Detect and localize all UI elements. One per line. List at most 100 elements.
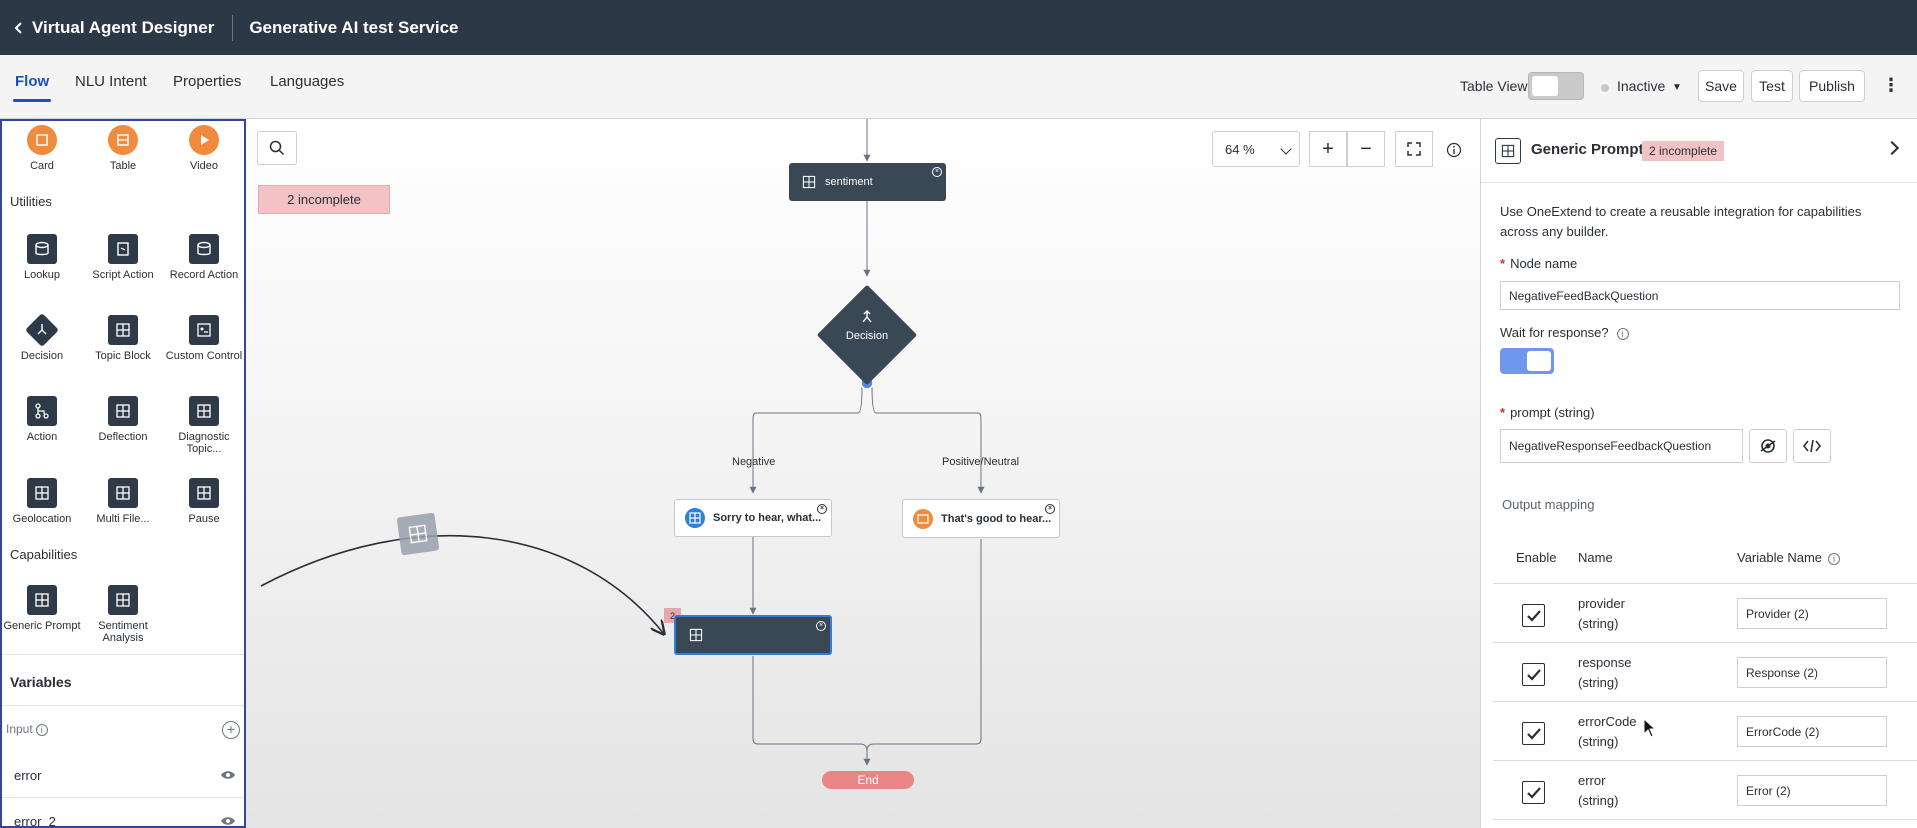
- palette-item-decision[interactable]: Decision: [2, 313, 82, 362]
- variable-item[interactable]: error_2: [14, 814, 56, 826]
- decision-icon: [25, 313, 59, 347]
- palette-item-card[interactable]: Card: [2, 125, 82, 172]
- close-icon[interactable]: ×: [932, 167, 942, 177]
- flow-node-good[interactable]: That's good to hear... ×: [902, 499, 1060, 538]
- divider: [1493, 583, 1917, 584]
- palette-item-video[interactable]: Video: [164, 125, 244, 172]
- divider: [1493, 701, 1917, 702]
- decision-icon: [862, 310, 872, 323]
- close-icon[interactable]: ×: [816, 621, 826, 631]
- info-icon[interactable]: [1446, 142, 1462, 158]
- flow-canvas[interactable]: 2 incomplete 64 % + − sentiment × Decisi…: [246, 119, 1480, 828]
- variable-name-input[interactable]: Provider (2): [1737, 598, 1887, 629]
- search-button[interactable]: [257, 131, 297, 165]
- script-editor-button[interactable]: [1793, 429, 1831, 463]
- palette-item-topic-block[interactable]: Topic Block: [83, 315, 163, 362]
- back-button[interactable]: Virtual Agent Designer: [12, 18, 214, 38]
- save-button[interactable]: Save: [1698, 70, 1744, 102]
- enable-checkbox[interactable]: [1522, 604, 1545, 627]
- palette-item-generic-prompt[interactable]: Generic Prompt: [2, 585, 82, 632]
- palette-item-lookup[interactable]: Lookup: [2, 234, 82, 281]
- close-icon[interactable]: ×: [1045, 504, 1055, 514]
- prompt-input[interactable]: NegativeResponseFeedbackQuestion: [1500, 429, 1743, 463]
- output-name: provider (string): [1578, 596, 1625, 631]
- palette-item-script-action[interactable]: Script Action: [83, 234, 163, 281]
- toggle-knob: [1532, 76, 1558, 96]
- table-view-label: Table View: [1460, 78, 1528, 94]
- zoom-select[interactable]: 64 %: [1212, 131, 1300, 167]
- code-icon: [1803, 439, 1821, 453]
- palette-item-deflection[interactable]: Deflection: [83, 396, 163, 443]
- eye-icon[interactable]: [220, 815, 236, 827]
- enable-checkbox[interactable]: [1522, 722, 1545, 745]
- column-header-variable-name: Variable Name i: [1737, 550, 1841, 565]
- custom-control-icon: [189, 315, 219, 345]
- top-bar: Virtual Agent Designer Generative AI tes…: [0, 0, 1917, 55]
- wait-for-response-toggle[interactable]: [1500, 348, 1554, 374]
- enable-checkbox[interactable]: [1522, 781, 1545, 804]
- text-bot-icon: [913, 508, 933, 529]
- palette-item-sentiment-analysis[interactable]: Sentiment Analysis: [83, 585, 163, 644]
- chevron-down-icon: [1280, 143, 1292, 155]
- zoom-out-button[interactable]: −: [1347, 131, 1385, 167]
- flow-connectors: [260, 119, 985, 766]
- chevron-right-icon[interactable]: [1884, 140, 1900, 156]
- grid-icon: [689, 628, 703, 642]
- enable-checkbox[interactable]: [1522, 663, 1545, 686]
- palette-item-record-action[interactable]: Record Action: [164, 234, 244, 281]
- flow-node-end[interactable]: End: [822, 771, 914, 789]
- input-label: Input i: [6, 722, 48, 736]
- palette-item-action[interactable]: Action: [2, 396, 82, 443]
- palette-item-multi-file[interactable]: Multi File...: [83, 478, 163, 525]
- check-icon: [1526, 786, 1541, 799]
- palette-item-custom-control[interactable]: Custom Control: [164, 315, 244, 362]
- test-button[interactable]: Test: [1751, 70, 1793, 102]
- drag-ghost-node: [396, 512, 440, 556]
- variable-name-input[interactable]: ErrorCode (2): [1737, 716, 1887, 747]
- table-view-toggle[interactable]: [1528, 72, 1584, 100]
- grid-icon: [108, 315, 138, 345]
- flow-node-generic-prompt[interactable]: ×: [674, 615, 832, 655]
- node-name-input[interactable]: NegativeFeedBackQuestion: [1500, 281, 1900, 310]
- branch-label-negative: Negative: [732, 456, 776, 468]
- output-name: error (string): [1578, 773, 1619, 808]
- add-variable-icon[interactable]: +: [222, 721, 240, 739]
- publish-button[interactable]: Publish: [1799, 70, 1865, 102]
- variable-name-input[interactable]: Response (2): [1737, 657, 1887, 688]
- variable-item[interactable]: error: [14, 768, 41, 783]
- wait-for-response-label: Wait for response? i: [1500, 325, 1629, 340]
- flow-node-decision[interactable]: Decision: [816, 284, 918, 386]
- fit-view-button[interactable]: [1395, 131, 1433, 167]
- info-icon: i: [35, 723, 48, 736]
- check-icon: [1526, 668, 1541, 681]
- eye-icon[interactable]: [220, 769, 236, 781]
- flow-node-sentiment[interactable]: sentiment ×: [789, 163, 946, 201]
- palette-item-geolocation[interactable]: Geolocation: [2, 478, 82, 525]
- incomplete-banner[interactable]: 2 incomplete: [258, 185, 390, 214]
- tab-languages[interactable]: Languages: [270, 73, 344, 98]
- palette-item-diagnostic-topic[interactable]: Diagnostic Topic...: [164, 396, 244, 455]
- zoom-in-button[interactable]: +: [1309, 131, 1347, 167]
- palette-item-pause[interactable]: Pause: [164, 478, 244, 525]
- flow-node-sorry[interactable]: Sorry to hear, what... ×: [674, 499, 832, 537]
- variable-name-input[interactable]: Error (2): [1737, 775, 1887, 806]
- branch-label-positive: Positive/Neutral: [942, 456, 1020, 468]
- palette-item-table[interactable]: Table: [83, 125, 163, 172]
- tab-properties[interactable]: Properties: [173, 73, 241, 98]
- play-icon: [189, 125, 219, 155]
- status-dropdown[interactable]: Inactive: [1617, 78, 1665, 94]
- close-icon[interactable]: ×: [817, 504, 827, 514]
- divider: [1493, 642, 1917, 643]
- data-pill-button[interactable]: [1749, 429, 1787, 463]
- divider: [2, 654, 244, 655]
- grid-icon: [189, 478, 219, 508]
- more-options-icon[interactable]: ⋮: [1882, 75, 1900, 96]
- app-title: Virtual Agent Designer: [32, 17, 215, 37]
- mouse-cursor-icon: [1643, 718, 1657, 738]
- node-name-label: * Node name: [1500, 256, 1578, 271]
- caret-down-icon[interactable]: ▼: [1672, 82, 1682, 93]
- data-pill-icon: [1760, 439, 1776, 453]
- tab-nlu-intent[interactable]: NLU Intent: [75, 73, 147, 98]
- top-divider: [232, 14, 234, 41]
- tab-flow[interactable]: Flow: [12, 73, 52, 102]
